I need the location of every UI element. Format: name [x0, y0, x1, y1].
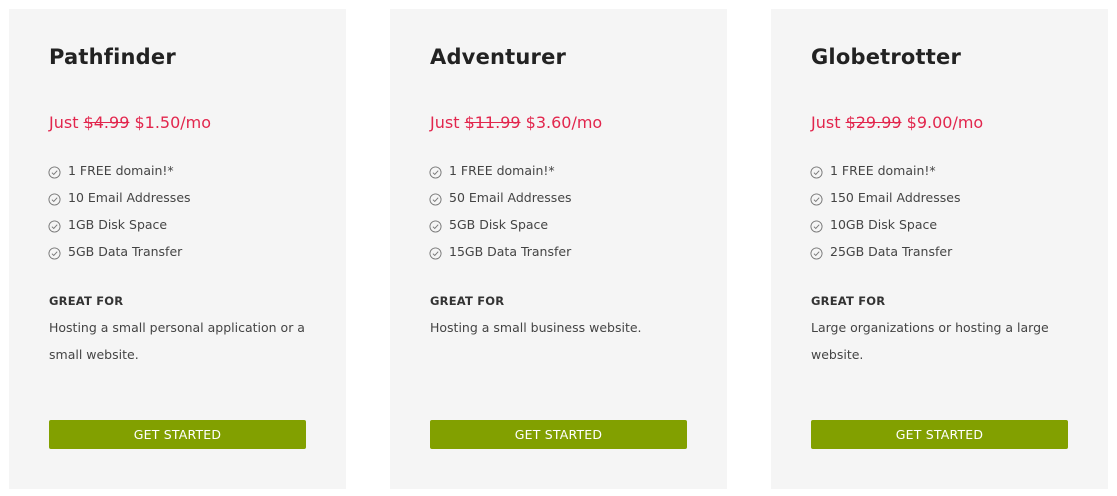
great-for-label: GREAT FOR [430, 294, 505, 308]
get-started-button[interactable]: GET STARTED [49, 420, 306, 449]
new-price: $3.60/mo [525, 113, 603, 132]
check-circle-icon [48, 165, 61, 179]
feature-text: 10GB Disk Space [830, 217, 938, 232]
great-for-label: GREAT FOR [811, 294, 886, 308]
feature-text: 50 Email Addresses [449, 190, 572, 205]
price-prefix: Just [430, 113, 460, 132]
check-circle-icon [810, 219, 823, 233]
feature-item: 10GB Disk Space [810, 211, 960, 238]
feature-item: 10 Email Addresses [48, 184, 191, 211]
feature-list: 1 FREE domain!* 50 Email Addresses 5GB D… [429, 157, 572, 265]
feature-text: 25GB Data Transfer [830, 244, 953, 259]
feature-item: 5GB Data Transfer [48, 238, 191, 265]
great-for-description: Large organizations or hosting a large w… [811, 320, 1049, 362]
check-circle-icon [429, 192, 442, 206]
feature-item: 25GB Data Transfer [810, 238, 960, 265]
feature-text: 10 Email Addresses [68, 190, 191, 205]
plan-name: Globetrotter [811, 45, 962, 69]
great-for-description: Hosting a small personal application or … [49, 320, 305, 362]
plan-card-pathfinder: Pathfinder Just $4.99 $1.50/mo 1 FREE do… [9, 9, 346, 489]
feature-text: 5GB Disk Space [449, 217, 549, 232]
feature-item: 150 Email Addresses [810, 184, 960, 211]
check-circle-icon [810, 246, 823, 260]
feature-item: 1 FREE domain!* [48, 157, 191, 184]
great-for-label: GREAT FOR [49, 294, 124, 308]
plan-card-globetrotter: Globetrotter Just $29.99 $9.00/mo 1 FREE… [771, 9, 1108, 489]
feature-item: 50 Email Addresses [429, 184, 572, 211]
feature-item: 1GB Disk Space [48, 211, 191, 238]
plan-name: Adventurer [430, 45, 567, 69]
feature-text: 1GB Disk Space [68, 217, 168, 232]
old-price: $4.99 [83, 113, 130, 132]
feature-text: 1 FREE domain!* [68, 163, 174, 178]
feature-text: 150 Email Addresses [830, 190, 961, 205]
plan-name: Pathfinder [49, 45, 176, 69]
check-circle-icon [810, 165, 823, 179]
feature-item: 1 FREE domain!* [810, 157, 960, 184]
feature-item: 5GB Disk Space [429, 211, 572, 238]
price-prefix: Just [49, 113, 79, 132]
feature-list: 1 FREE domain!* 10 Email Addresses 1GB D… [48, 157, 191, 265]
get-started-button[interactable]: GET STARTED [811, 420, 1068, 449]
price-prefix: Just [811, 113, 841, 132]
check-circle-icon [429, 165, 442, 179]
feature-text: 15GB Data Transfer [449, 244, 572, 259]
plan-price: Just $29.99 $9.00/mo [811, 113, 983, 132]
check-circle-icon [48, 219, 61, 233]
feature-item: 15GB Data Transfer [429, 238, 572, 265]
plan-price: Just $11.99 $3.60/mo [430, 113, 602, 132]
check-circle-icon [429, 246, 442, 260]
plan-price: Just $4.99 $1.50/mo [49, 113, 211, 132]
new-price: $1.50/mo [134, 113, 212, 132]
feature-list: 1 FREE domain!* 150 Email Addresses 10GB… [810, 157, 960, 265]
great-for-description: Hosting a small business website. [430, 320, 642, 335]
feature-text: 1 FREE domain!* [449, 163, 555, 178]
old-price: $29.99 [845, 113, 902, 132]
old-price: $11.99 [464, 113, 521, 132]
feature-text: 1 FREE domain!* [830, 163, 936, 178]
check-circle-icon [48, 192, 61, 206]
feature-text: 5GB Data Transfer [68, 244, 183, 259]
check-circle-icon [48, 246, 61, 260]
feature-item: 1 FREE domain!* [429, 157, 572, 184]
check-circle-icon [429, 219, 442, 233]
plan-card-adventurer: Adventurer Just $11.99 $3.60/mo 1 FREE d… [390, 9, 727, 489]
pricing-plans: Pathfinder Just $4.99 $1.50/mo 1 FREE do… [0, 0, 1117, 496]
check-circle-icon [810, 192, 823, 206]
new-price: $9.00/mo [906, 113, 984, 132]
get-started-button[interactable]: GET STARTED [430, 420, 687, 449]
